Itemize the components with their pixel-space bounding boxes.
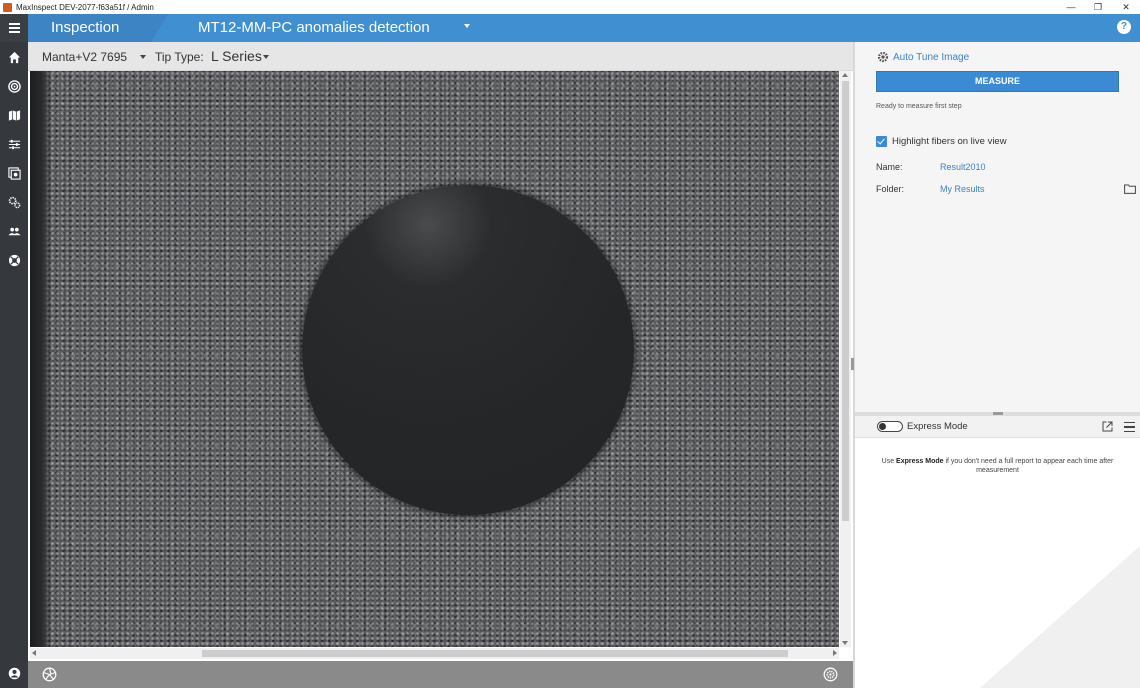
ferrule-edge-shadow: [30, 71, 52, 647]
window-titlebar: MaxInspect DEV-2077-f63a51f / Admin — ❐ …: [0, 0, 1140, 14]
chevron-down-icon[interactable]: [263, 55, 269, 59]
user-avatar-icon[interactable]: [7, 666, 21, 680]
horizontal-scrollbar[interactable]: [30, 648, 839, 659]
main-menu-button[interactable]: [0, 14, 28, 42]
sidebar: [0, 42, 28, 688]
splitter-grip[interactable]: [851, 358, 854, 370]
scroll-left-arrow-icon[interactable]: [32, 650, 36, 656]
settings-gear-icon[interactable]: [823, 667, 838, 682]
tip-type-label: Tip Type:: [155, 50, 204, 64]
vertical-scrollbar[interactable]: [840, 71, 851, 647]
users-icon[interactable]: [7, 224, 21, 238]
aperture-icon[interactable]: [42, 667, 57, 682]
app-logo-icon: [3, 2, 12, 12]
section-title: Inspection: [51, 19, 120, 36]
vertical-scroll-thumb[interactable]: [842, 81, 849, 521]
fiber-live-image[interactable]: [30, 71, 839, 647]
minimize-button[interactable]: —: [1057, 0, 1085, 14]
decorative-corner: [980, 546, 1140, 688]
lifebuoy-icon[interactable]: [7, 253, 21, 267]
gears-icon[interactable]: [7, 195, 21, 209]
highlight-fibers-checkbox[interactable]: [876, 136, 887, 147]
sliders-icon[interactable]: [7, 137, 21, 151]
target-icon[interactable]: [7, 79, 21, 93]
close-button[interactable]: ✕: [1112, 0, 1140, 14]
measure-status-text: Ready to measure first step: [876, 103, 962, 110]
measure-button[interactable]: MEASURE: [876, 71, 1119, 92]
auto-tune-label: Auto Tune Image: [893, 51, 970, 63]
measurement-panel: Auto Tune Image MEASURE Ready to measure…: [855, 42, 1140, 412]
live-view-toolbar: Manta+V2 7695 Tip Type: L Series: [28, 42, 853, 71]
app-header: Inspection MT12-MM-PC anomalies detectio…: [0, 14, 1140, 42]
map-icon[interactable]: [7, 108, 21, 122]
splitter-grip[interactable]: [993, 412, 1003, 415]
express-mode-panel: Express Mode Use Express Mode if you don…: [855, 416, 1140, 688]
express-mode-info: Use Express Mode if you don't need a ful…: [881, 458, 1114, 474]
chevron-down-icon[interactable]: [140, 55, 146, 59]
chevron-down-icon[interactable]: [464, 24, 470, 28]
scroll-up-arrow-icon[interactable]: [842, 73, 848, 77]
auto-tune-link[interactable]: Auto Tune Image: [877, 51, 969, 63]
name-label: Name:: [876, 162, 903, 172]
fiber-core: [302, 185, 634, 515]
result-folder-field[interactable]: My Results: [940, 184, 985, 194]
menu-icon[interactable]: [1124, 422, 1135, 432]
camera-select[interactable]: Manta+V2 7695: [42, 50, 127, 64]
gear-icon: [877, 51, 889, 63]
highlight-fibers-label: Highlight fibers on live view: [892, 136, 1007, 147]
live-view-status-bar: [28, 661, 853, 688]
document-title[interactable]: MT12-MM-PC anomalies detection: [198, 19, 430, 36]
highlight-fibers-option[interactable]: Highlight fibers on live view: [876, 136, 1007, 147]
home-icon[interactable]: [7, 50, 21, 64]
result-name-field[interactable]: Result2010: [940, 162, 986, 172]
gallery-icon[interactable]: [7, 166, 21, 180]
horizontal-scroll-thumb[interactable]: [202, 650, 788, 657]
popout-icon[interactable]: [1102, 421, 1113, 432]
scroll-right-arrow-icon[interactable]: [833, 650, 837, 656]
window-title: MaxInspect DEV-2077-f63a51f / Admin: [16, 2, 154, 12]
express-mode-toggle[interactable]: [877, 421, 903, 432]
folder-label: Folder:: [876, 184, 905, 194]
tip-type-select[interactable]: L Series: [211, 48, 262, 64]
express-mode-header: Express Mode: [855, 416, 1140, 438]
folder-icon[interactable]: [1124, 184, 1136, 194]
help-icon[interactable]: ?: [1117, 20, 1131, 34]
restore-button[interactable]: ❐: [1084, 0, 1112, 14]
express-mode-label: Express Mode: [907, 421, 968, 432]
live-view-panel: [28, 71, 853, 661]
scroll-down-arrow-icon[interactable]: [842, 641, 848, 645]
